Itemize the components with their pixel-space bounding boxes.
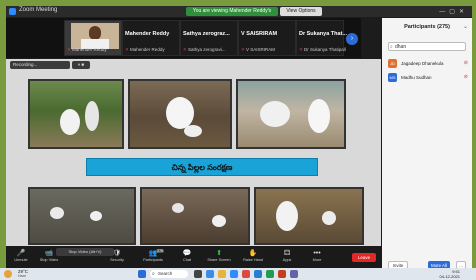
avatar: MS: [388, 73, 397, 82]
slide-photo: [236, 79, 346, 149]
raise-hand-button[interactable]: ✋ Raise Hand: [240, 249, 266, 267]
speaker-name: Sathya zerograz...: [183, 31, 230, 37]
leave-button[interactable]: Leave: [352, 253, 376, 262]
windows-start-icon[interactable]: [138, 270, 146, 278]
speaker-caption: ✕ Mahender Reddy: [125, 47, 165, 52]
windows-taskbar: 29°C Haze ⌕ Search 9:51 04-12-2021: [0, 268, 476, 280]
slide-title-banner: చిన్న పిల్లల సంరక్షణ: [86, 158, 318, 176]
shield-icon: 🛡: [112, 250, 122, 257]
security-button[interactable]: 🛡 Security: [104, 249, 130, 267]
participants-panel: Participants (275) ⌄ ⌕ dhan JD Jagadeep …: [382, 18, 472, 269]
zoom-taskbar-icon[interactable]: [230, 270, 238, 278]
participant-search-input[interactable]: ⌕ dhan: [388, 42, 466, 51]
stop-video-button[interactable]: 📹 Stop Video: [36, 249, 62, 267]
speaker-caption: ✕ Dr Sukanya Thatipall: [299, 47, 346, 52]
powerpoint-icon[interactable]: [278, 270, 286, 278]
speaker-tile[interactable]: V SAISRIRAM ✕ V SAISRIRAM: [238, 20, 296, 56]
mic-muted-icon: ✕: [67, 47, 71, 52]
mic-muted-icon: ⊘: [463, 74, 468, 80]
view-options-button[interactable]: View Options: [280, 7, 322, 16]
unmute-button[interactable]: 🎤 Unmute: [8, 249, 34, 267]
more-button[interactable]: ••• More: [304, 249, 330, 267]
participant-count-badge: 275: [156, 249, 164, 253]
participant-row[interactable]: MS Madhu Sudhan ⊘: [388, 72, 468, 84]
speaker-tile[interactable]: Mahender Reddy ✕ Mahender Reddy: [122, 20, 180, 56]
task-view-icon[interactable]: [194, 270, 202, 278]
taskbar-search[interactable]: ⌕ Search: [150, 270, 188, 278]
edge-icon[interactable]: [206, 270, 214, 278]
participant-name: Madhu Sudhan: [401, 75, 432, 80]
system-clock[interactable]: 9:51 04-12-2021: [440, 269, 460, 279]
speaker-name: V SAISRIRAM: [241, 31, 278, 37]
search-icon: ⌕: [390, 44, 393, 50]
slide-photo: [128, 79, 232, 149]
word-icon[interactable]: [254, 270, 262, 278]
zoom-logo-icon: [9, 8, 16, 15]
apps-button[interactable]: ⚃ Apps: [274, 249, 300, 267]
participants-button[interactable]: 👥 Participants 275: [140, 249, 166, 267]
recording-controls[interactable]: ⏸ ■: [72, 61, 90, 69]
recording-indicator[interactable]: Recording...: [10, 61, 70, 69]
search-icon: ⌕: [152, 271, 155, 277]
speaker-strip: ✕ Mahender Reddy Mahender Reddy ✕ Mahend…: [6, 18, 361, 58]
share-screen-button[interactable]: ⬆ Share Screen: [206, 249, 232, 267]
window-controls[interactable]: —▢✕: [439, 8, 468, 15]
hand-icon: ✋: [248, 250, 258, 257]
shared-screen: Recording... ⏸ ■ చిన్న పిల్లల సంరక్షణ: [6, 59, 381, 246]
weather-widget[interactable]: 29°C Haze: [18, 269, 28, 278]
meeting-toolbar: Stop Video (Alt+V) 🎤 Unmute 📹 Stop Video 🛡…: [6, 247, 381, 268]
participants-title: Participants (275): [404, 24, 450, 30]
teams-icon[interactable]: [290, 270, 298, 278]
mic-muted-icon: ✕: [125, 47, 129, 52]
speaker-name: Dr Sukanya That...: [299, 31, 347, 37]
chat-button[interactable]: 💬 Chat: [174, 249, 200, 267]
speaker-tile[interactable]: Sathya zerograz... ✕ Sathya zerogravi...: [180, 20, 238, 56]
video-camera-icon: 📹: [44, 250, 54, 257]
zoom-window: Zoom Meeting You are viewing Mahender Re…: [6, 6, 472, 269]
speaker-name: Mahender Reddy: [125, 31, 170, 37]
next-page-icon[interactable]: ›: [346, 33, 358, 45]
chat-bubble-icon: 💬: [182, 250, 192, 257]
slide-photo: [140, 187, 250, 245]
participant-row[interactable]: JD Jagadeep Dhanekula ⊘: [388, 58, 468, 70]
panel-options-icon[interactable]: ⌄: [463, 23, 468, 30]
mic-muted-icon: ✕: [183, 47, 187, 52]
video-feed: [71, 23, 119, 49]
viewing-screen-banner: You are viewing Mahender Reddy's screen: [186, 7, 278, 23]
microphone-icon: 🎤: [16, 250, 26, 257]
mic-muted-icon: ✕: [299, 47, 303, 52]
weather-icon: [4, 270, 12, 278]
slide-photo: [254, 187, 364, 245]
excel-icon[interactable]: [266, 270, 274, 278]
speaker-caption: ✕ V SAISRIRAM: [241, 47, 276, 52]
mic-muted-icon: ⊘: [463, 60, 468, 66]
slide-photo: [28, 79, 124, 149]
slide-photo: [28, 187, 136, 245]
mic-muted-icon: ✕: [241, 47, 245, 52]
speaker-tile[interactable]: Dr Sukanya That... ✕ Dr Sukanya Thatipal…: [296, 20, 347, 56]
title-bar: Zoom Meeting You are viewing Mahender Re…: [6, 6, 472, 23]
speaker-tile[interactable]: ✕ Mahender Reddy: [64, 20, 122, 56]
participant-name: Jagadeep Dhanekula: [401, 61, 444, 66]
share-screen-icon: ⬆: [216, 250, 222, 257]
chrome-icon[interactable]: [242, 270, 250, 278]
window-title: Zoom Meeting: [19, 7, 58, 13]
apps-icon: ⚃: [283, 250, 291, 257]
speaker-caption: ✕ Mahender Reddy: [67, 47, 107, 52]
ellipsis-icon: •••: [313, 250, 321, 257]
file-explorer-icon[interactable]: [218, 270, 226, 278]
avatar: JD: [388, 59, 397, 68]
speaker-caption: ✕ Sathya zerogravi...: [183, 47, 226, 52]
